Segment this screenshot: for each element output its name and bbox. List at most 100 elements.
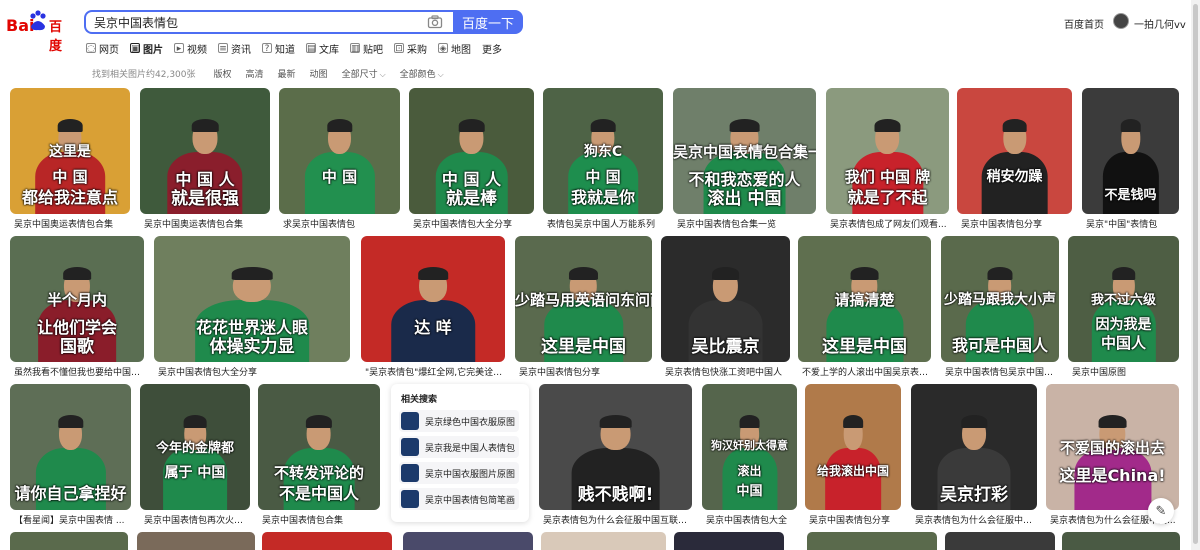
- tab-1[interactable]: ▣ 图片: [130, 40, 163, 56]
- tab-9[interactable]: 更多: [482, 40, 502, 56]
- image-thumbnail[interactable]: 中 国 人就是很强: [140, 88, 270, 214]
- image-result-card[interactable]: 请你自己拿捏好【看星闻】吴京中国表情 ...: [10, 384, 131, 528]
- image-thumbnail[interactable]: [10, 532, 128, 550]
- image-thumbnail[interactable]: 狗汉奸别太得意 滚出 中国: [702, 384, 797, 510]
- image-thumbnail[interactable]: 花花世界迷人眼 体操实力显: [154, 236, 350, 362]
- image-caption[interactable]: 吴京表情包为什么会征服中国互联网?...: [543, 513, 692, 526]
- image-result-card[interactable]: 中 国求吴京中国表情包: [279, 88, 400, 232]
- image-result-card[interactable]: 吴京中国表情包合集一览不和我恋爱的人滚出 中国吴京中国表情包合集一览: [673, 88, 816, 232]
- tab-6[interactable]: ▥ 贴吧: [350, 40, 383, 56]
- image-result-card[interactable]: 请搞清楚 这里是中国不爱上学的人滚出中国吴京表情包: [798, 236, 931, 380]
- image-thumbnail[interactable]: [945, 532, 1055, 550]
- image-result-card[interactable]: 达 咩 "吴京表情包"爆红全网,它完美诠释...: [361, 236, 505, 380]
- image-thumbnail[interactable]: 半个月内 让他们学会 国歌: [10, 236, 144, 362]
- scrollbar-thumb[interactable]: [1193, 4, 1198, 544]
- tab-5[interactable]: ▤ 文库: [306, 40, 339, 56]
- image-thumbnail[interactable]: 吴京中国表情包合集一览不和我恋爱的人滚出 中国: [673, 88, 816, 214]
- baidu-logo[interactable]: Bai 百度: [6, 10, 72, 54]
- image-thumbnail[interactable]: 稍安勿躁: [957, 88, 1072, 214]
- user-name[interactable]: 一拍几何vv: [1134, 16, 1186, 31]
- image-thumbnail[interactable]: 今年的金牌都 属于 中国: [140, 384, 250, 510]
- image-thumbnail[interactable]: [137, 532, 255, 550]
- image-caption[interactable]: 吴京表情包成了网友们观看...: [830, 217, 949, 230]
- image-caption[interactable]: 吴京中国表情包合集: [262, 513, 380, 526]
- image-caption[interactable]: 吴京中国表情包分享: [961, 217, 1072, 230]
- image-caption[interactable]: 吴京中国表情包分享: [809, 513, 901, 526]
- tab-4[interactable]: ? 知道: [262, 40, 295, 56]
- image-result-card[interactable]: 贱不贱啊! 吴京表情包为什么会征服中国互联网?...: [539, 384, 692, 528]
- image-thumbnail[interactable]: 这里是中 国都给我注意点: [10, 88, 130, 214]
- search-input[interactable]: [84, 10, 454, 34]
- image-caption[interactable]: 【看星闻】吴京中国表情 ...: [14, 513, 131, 526]
- edit-pencil-icon[interactable]: ✎: [1148, 498, 1174, 524]
- image-thumbnail[interactable]: [262, 532, 392, 550]
- image-result-card[interactable]: 不转发评论的 不是中国人吴京中国表情包合集: [258, 384, 380, 528]
- image-caption[interactable]: 吴京中国奥运表情包合集: [144, 217, 270, 230]
- image-caption[interactable]: 吴京中国原图: [1072, 365, 1179, 378]
- image-caption[interactable]: 吴京中国表情包大全分享: [413, 217, 534, 230]
- image-result-card[interactable]: 少踏马跟我大小声 我可是中国人 吴京中国表情包吴京中国表...: [941, 236, 1059, 380]
- camera-icon[interactable]: [427, 14, 443, 30]
- filter-color-dropdown[interactable]: 全部颜色 ⌵: [400, 67, 444, 80]
- image-thumbnail[interactable]: 狗东C 中 国我就是你: [543, 88, 663, 214]
- image-thumbnail[interactable]: 中 国 人就是棒: [409, 88, 534, 214]
- image-thumbnail[interactable]: 不转发评论的 不是中国人: [258, 384, 380, 510]
- image-result-card[interactable]: 不是钱吗吴京"中国"表情包: [1082, 88, 1179, 232]
- image-caption[interactable]: 吴京中国表情包分享: [519, 365, 652, 378]
- related-search-item[interactable]: 吴京中国衣服图片原图: [399, 462, 519, 484]
- tab-2[interactable]: ▸ 视频: [174, 40, 207, 56]
- image-thumbnail[interactable]: 不爱国的滚出去 这里是China!: [1046, 384, 1179, 510]
- related-search-item[interactable]: 吴京中国表情包简笔画: [399, 488, 519, 510]
- image-thumbnail[interactable]: 吴京打彩: [911, 384, 1037, 510]
- filter-copyright[interactable]: 版权: [214, 67, 232, 80]
- image-result-card[interactable]: 中 国 人就是棒吴京中国表情包大全分享: [409, 88, 534, 232]
- image-result-card[interactable]: 半个月内 让他们学会 国歌虽然我看不懂但我也要给中国队...: [10, 236, 144, 380]
- filter-animated[interactable]: 动图: [310, 67, 328, 80]
- image-thumbnail[interactable]: 中 国: [279, 88, 400, 214]
- image-thumbnail[interactable]: 贱不贱啊!: [539, 384, 692, 510]
- image-caption[interactable]: 吴京中国表情包再次火遍...: [144, 513, 250, 526]
- image-caption[interactable]: 表情包吴京中国人万能系列: [547, 217, 663, 230]
- image-result-card[interactable]: 我们 中国 牌就是了不起吴京表情包成了网友们观看...: [826, 88, 949, 232]
- related-search-item[interactable]: 吴京绿色中国衣服原图: [399, 410, 519, 432]
- image-thumbnail[interactable]: 请你自己拿捏好: [10, 384, 131, 510]
- image-caption[interactable]: 吴京中国表情包吴京中国表...: [945, 365, 1059, 378]
- image-result-card[interactable]: 吴京打彩吴京表情包为什么会征服中国...: [911, 384, 1037, 528]
- avatar[interactable]: [1113, 13, 1129, 29]
- image-thumbnail[interactable]: [807, 532, 937, 550]
- image-result-card[interactable]: 少踏马用英语问东问西 这里是中国 吴京中国表情包分享: [515, 236, 652, 380]
- image-caption[interactable]: 吴京中国表情包大全分享: [158, 365, 350, 378]
- image-thumbnail[interactable]: 我不过六级 因为我是 中国人: [1068, 236, 1179, 362]
- image-caption[interactable]: 虽然我看不懂但我也要给中国队...: [14, 365, 144, 378]
- image-thumbnail[interactable]: 给我滚出中国: [805, 384, 901, 510]
- image-thumbnail[interactable]: [541, 532, 666, 550]
- image-result-card[interactable]: 花花世界迷人眼 体操实力显吴京中国表情包大全分享: [154, 236, 350, 380]
- image-caption[interactable]: 不爱上学的人滚出中国吴京表情包: [802, 365, 931, 378]
- image-caption[interactable]: 求吴京中国表情包: [283, 217, 400, 230]
- image-result-card[interactable]: 我不过六级 因为我是 中国人吴京中国原图: [1068, 236, 1179, 380]
- image-caption[interactable]: 吴京"中国"表情包: [1086, 217, 1179, 230]
- image-thumbnail[interactable]: 吴比震京: [661, 236, 790, 362]
- tab-3[interactable]: ≡ 资讯: [218, 40, 251, 56]
- image-thumbnail[interactable]: [403, 532, 533, 550]
- image-result-card[interactable]: 吴比震京 吴京表情包快涨工资吧中国人: [661, 236, 790, 380]
- filter-latest[interactable]: 最新: [278, 67, 296, 80]
- filter-size-dropdown[interactable]: 全部尺寸 ⌵: [342, 67, 386, 80]
- image-result-card[interactable]: 狗东C 中 国我就是你表情包吴京中国人万能系列: [543, 88, 663, 232]
- image-result-card[interactable]: 今年的金牌都 属于 中国吴京中国表情包再次火遍...: [140, 384, 250, 528]
- tab-7[interactable]: ⊡ 采购: [394, 40, 427, 56]
- home-link[interactable]: 百度首页: [1064, 16, 1104, 31]
- image-thumbnail[interactable]: 达 咩: [361, 236, 505, 362]
- image-thumbnail[interactable]: [1062, 532, 1180, 550]
- image-result-card[interactable]: 稍安勿躁吴京中国表情包分享: [957, 88, 1072, 232]
- image-thumbnail[interactable]: 不是钱吗: [1082, 88, 1179, 214]
- filter-hd[interactable]: 高清: [246, 67, 264, 80]
- image-thumbnail[interactable]: 我们 中国 牌就是了不起: [826, 88, 949, 214]
- image-caption[interactable]: 吴京表情包为什么会征服中国...: [915, 513, 1037, 526]
- image-thumbnail[interactable]: 请搞清楚 这里是中国: [798, 236, 931, 362]
- image-caption[interactable]: 吴京中国表情包大全: [706, 513, 797, 526]
- image-result-card[interactable]: 狗汉奸别太得意 滚出 中国吴京中国表情包大全: [702, 384, 797, 528]
- image-thumbnail[interactable]: [674, 532, 784, 550]
- image-caption[interactable]: 吴京中国奥运表情包合集: [14, 217, 130, 230]
- image-result-card[interactable]: 中 国 人就是很强吴京中国奥运表情包合集: [140, 88, 270, 232]
